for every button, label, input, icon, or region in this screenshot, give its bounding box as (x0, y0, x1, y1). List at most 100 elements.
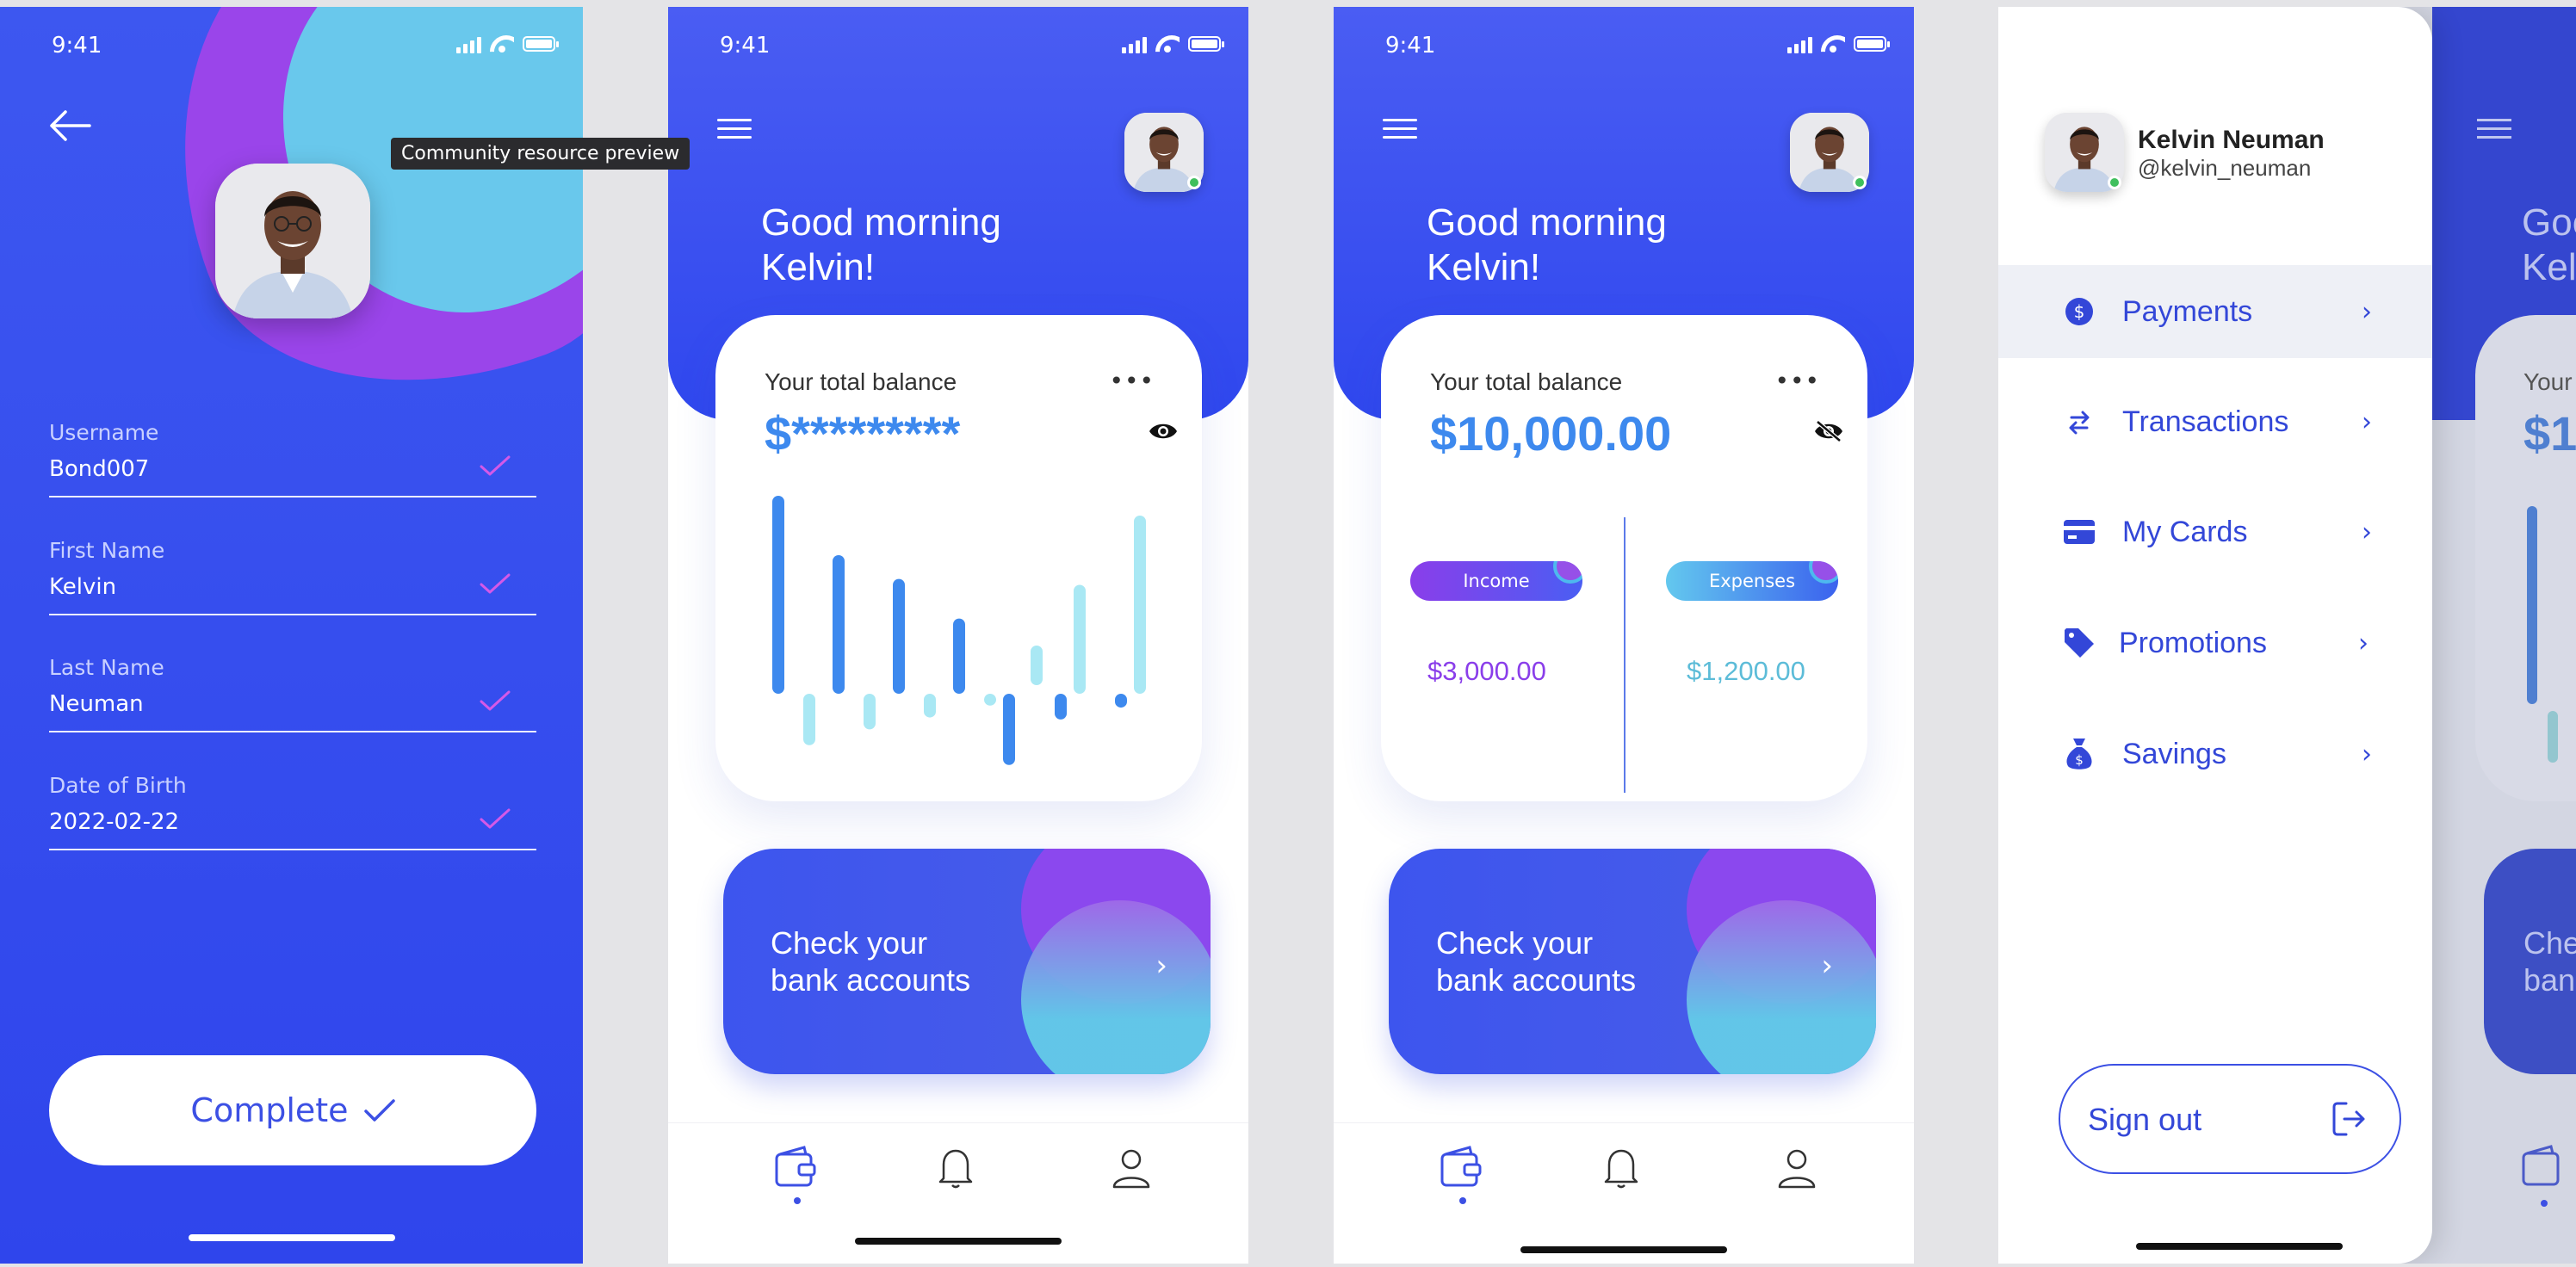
complete-label: Complete (190, 1091, 349, 1129)
balance-card: Your total balance ••• $********* (715, 315, 1202, 801)
wifi-icon (1155, 35, 1180, 53)
date-of-birth-value[interactable]: 2022-02-22 (49, 809, 179, 835)
hide-balance-eye-off-icon[interactable] (1814, 420, 1843, 442)
username-label: Username (49, 420, 159, 445)
chevron-right-icon: › (1155, 949, 1167, 983)
show-balance-eye-icon[interactable] (1149, 420, 1178, 442)
hamburger-menu-icon[interactable] (1383, 119, 1417, 143)
bell-tab-icon[interactable] (1597, 1142, 1649, 1194)
balance-card: Your t $10 (2475, 315, 2576, 801)
chart-bar (1031, 646, 1043, 685)
back-arrow-icon[interactable] (48, 108, 91, 143)
chart-bar (924, 694, 936, 718)
greeting: Good morning Kelvin! (761, 201, 1001, 290)
avatar-portrait-icon (215, 164, 370, 318)
income-pill[interactable]: Income (1410, 561, 1582, 601)
chart-bar (2527, 506, 2537, 704)
more-options-button[interactable]: ••• (1109, 367, 1155, 395)
home-indicator (188, 1234, 395, 1241)
chart-bar (1055, 694, 1067, 720)
balance-title: Your t (2523, 368, 2576, 395)
hamburger-menu-icon[interactable] (717, 119, 752, 143)
chart-bar (772, 496, 784, 694)
wifi-icon (490, 35, 514, 53)
check-icon (480, 808, 511, 829)
greeting-line-1: Good morning (761, 201, 1001, 244)
home-screen-shown: 9:41 Good morning Kelvin! Your total bal… (1334, 7, 1914, 1264)
expenses-value: $1,200.00 (1687, 656, 1805, 686)
check-icon (480, 455, 511, 476)
chart-bar (803, 694, 815, 745)
chart-bar (1134, 516, 1146, 694)
check-accounts-text: Check your bank accounts (771, 924, 970, 998)
date-of-birth-field[interactable]: Date of Birth 2022-02-22 (49, 773, 536, 850)
menu-item-label: Payments (2122, 294, 2253, 328)
profile-tab-icon[interactable] (1771, 1142, 1823, 1194)
battery-icon (1854, 36, 1890, 52)
username-field[interactable]: Username Bond007 (49, 420, 536, 498)
wallet-tab-icon[interactable] (771, 1142, 823, 1194)
last-name-field[interactable]: Last Name Neuman (49, 655, 536, 732)
last-name-value[interactable]: Neuman (49, 691, 144, 717)
check-bank-accounts-card[interactable]: Check your bank accounts › (1389, 849, 1876, 1074)
active-tab-indicator (1459, 1197, 1466, 1204)
chevron-right-icon: › (2362, 406, 2372, 437)
chart-bar (1003, 694, 1015, 765)
first-name-value[interactable]: Kelvin (49, 574, 116, 600)
greeting-line-2: Kelvin! (761, 246, 876, 288)
avatar[interactable] (215, 164, 370, 318)
status-bar: 9:41 (668, 26, 1248, 60)
status-bar: 9:41 (0, 26, 583, 60)
balance-title: Your total balance (1430, 368, 1623, 395)
home-indicator (2136, 1243, 2343, 1250)
status-time: 9:41 (720, 33, 771, 59)
menu-item-transactions[interactable]: Transactions › (1998, 375, 2432, 468)
complete-button[interactable]: Complete (49, 1055, 536, 1165)
menu-item-payments[interactable]: $ Payments › (1998, 265, 2432, 358)
first-name-label: First Name (49, 538, 165, 563)
menu-item-promotions[interactable]: Promotions › (1998, 596, 2432, 689)
divider (1624, 517, 1625, 793)
swap-arrows-icon (2069, 411, 2090, 435)
more-options-button[interactable]: ••• (1774, 367, 1820, 395)
chart-bar (2548, 711, 2558, 763)
svg-text:$: $ (2075, 752, 2084, 768)
signal-icon (456, 34, 481, 53)
wallet-tab-icon[interactable] (1437, 1142, 1489, 1194)
check-icon (363, 1099, 395, 1122)
check-icon (480, 573, 511, 594)
balance-amount: $10 (2523, 406, 2576, 460)
profile-tab-icon[interactable] (1105, 1142, 1157, 1194)
username-value[interactable]: Bond007 (49, 456, 149, 482)
menu-item-savings[interactable]: $ Savings › (1998, 708, 2432, 800)
decor-circle (1553, 561, 1582, 584)
hamburger-menu-icon (2477, 119, 2511, 139)
last-name-label: Last Name (49, 655, 164, 680)
chevron-right-icon: › (2362, 296, 2372, 327)
sign-out-label: Sign out (2088, 1102, 2202, 1137)
chart-bar (984, 694, 996, 706)
income-value: $3,000.00 (1427, 656, 1546, 686)
check-line-2: bank accounts (771, 962, 971, 998)
menu-item-my-cards[interactable]: My Cards › (1998, 485, 2432, 578)
first-name-field[interactable]: First Name Kelvin (49, 538, 536, 615)
expenses-label: Expenses (1708, 571, 1796, 591)
check-line-2: ban (2523, 962, 2576, 998)
balance-title: Your total balance (765, 368, 957, 395)
expenses-pill[interactable]: Expenses (1666, 561, 1838, 601)
status-time: 9:41 (52, 33, 102, 59)
side-drawer: Kelvin Neuman @kelvin_neuman $ Payments … (1998, 7, 2432, 1264)
greeting-line-1: Goo (2522, 201, 2576, 244)
check-line-2: bank accounts (1436, 962, 1637, 998)
bell-tab-icon[interactable] (932, 1142, 983, 1194)
check-line-1: Check your (1436, 925, 1594, 961)
home-screen-hidden: 9:41 Good morning Kelvin! Your total bal… (668, 7, 1248, 1264)
online-indicator (1187, 176, 1201, 189)
greeting-line-2: Kelv (2522, 246, 2576, 288)
sign-out-button[interactable]: Sign out (2059, 1064, 2401, 1174)
wallet-tab-icon (2522, 1145, 2560, 1186)
check-line-1: Che (2523, 925, 2576, 961)
menu-item-label: Transactions (2122, 405, 2289, 438)
check-bank-accounts-card[interactable]: Check your bank accounts › (723, 849, 1211, 1074)
balance-bar-chart (772, 496, 1146, 765)
